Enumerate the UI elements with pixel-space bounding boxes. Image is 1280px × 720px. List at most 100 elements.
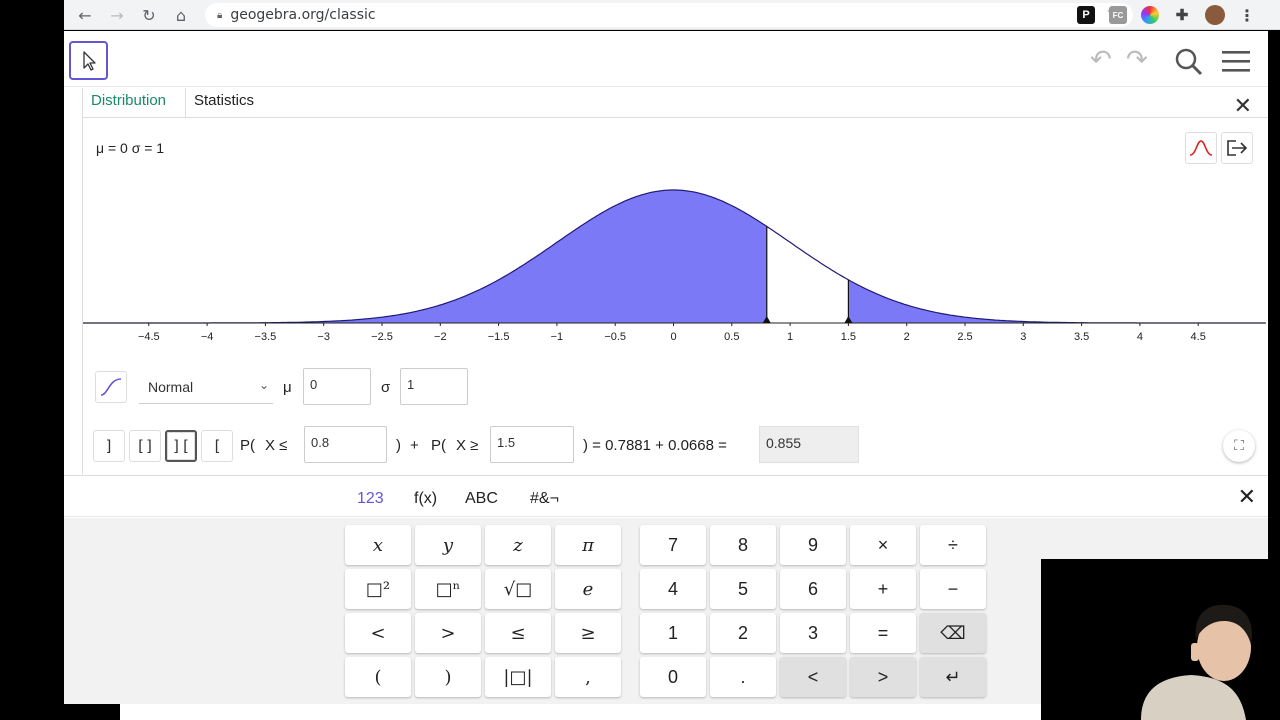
key-sqrt[interactable]: √□	[485, 569, 551, 609]
search-icon[interactable]	[1174, 47, 1204, 82]
tab-statistics[interactable]: Statistics	[185, 88, 262, 118]
presenter-image	[1041, 559, 1280, 720]
url-text: geogebra.org/classic	[230, 7, 376, 23]
kb-tab-fx[interactable]: f(x)	[414, 490, 437, 508]
key-3[interactable]: 3	[780, 613, 846, 653]
key-2[interactable]: 2	[710, 613, 776, 653]
key-multiply[interactable]: ×	[850, 525, 916, 565]
extension-fc-icon[interactable]: FC	[1109, 6, 1127, 24]
x-tick-label: 2	[904, 331, 910, 343]
key-cursor-left[interactable]: <	[780, 657, 846, 697]
x-tick-label: −0.5	[604, 331, 626, 343]
fullscreen-icon[interactable]: ⛶	[1223, 430, 1255, 462]
color-extension-icon[interactable]	[1141, 6, 1159, 24]
sigma-label: σ	[381, 379, 391, 396]
key-0[interactable]: 0	[640, 657, 706, 697]
key-close-paren[interactable]: )	[415, 657, 481, 697]
key-greater-than[interactable]: >	[415, 613, 481, 653]
key-cursor-right[interactable]: >	[850, 657, 916, 697]
interval-button[interactable]: []	[129, 430, 161, 462]
prob-open-1: P(	[240, 437, 255, 454]
key-greater-equal[interactable]: ≥	[555, 613, 621, 653]
key-divide[interactable]: ÷	[920, 525, 986, 565]
address-bar[interactable]: 🔒︎ geogebra.org/classic ⇪ ☆	[205, 3, 1133, 27]
distribution-graph: −4.5 −4 −3.5 −3 −2.5 −2 −1.5 −1 −0.5 0 0.5 1 1.5 2 2.5…	[83, 189, 1266, 343]
webcam-overlay	[1041, 559, 1280, 720]
undo-icon[interactable]: ↶	[1090, 45, 1112, 75]
key-decimal[interactable]: .	[710, 657, 776, 697]
key-square[interactable]: □²	[345, 569, 411, 609]
cumulative-toggle-button[interactable]	[95, 371, 127, 403]
key-minus[interactable]: −	[920, 569, 986, 609]
chevron-down-icon: ⌄	[258, 378, 269, 392]
key-8[interactable]: 8	[710, 525, 776, 565]
x-tick-label: −4	[201, 331, 214, 343]
tab-distribution[interactable]: Distribution	[83, 88, 174, 118]
shaded-region-lower	[90, 190, 767, 323]
browser-menu-icon[interactable]: ⋮	[1238, 6, 1256, 25]
move-tool-button[interactable]	[69, 41, 108, 80]
two-tailed-button[interactable]: ][	[165, 430, 197, 462]
x-ge-label: X ≥	[456, 437, 479, 454]
menu-icon[interactable]	[1222, 50, 1250, 79]
x-tick-label: −2.5	[371, 331, 393, 343]
x-le-label: X ≤	[265, 437, 288, 454]
reload-icon[interactable]: ↻	[138, 4, 160, 26]
kb-tab-123[interactable]: 123	[357, 490, 384, 508]
home-icon[interactable]: ⌂	[170, 4, 192, 26]
sum-expression: ) = 0.7881 + 0.0668 =	[583, 437, 727, 454]
normal-overlay-button[interactable]	[1185, 132, 1217, 164]
key-5[interactable]: 5	[710, 569, 776, 609]
extensions-puzzle-icon[interactable]: ✚	[1173, 6, 1191, 24]
close-calculator-icon[interactable]: ✕	[1234, 94, 1252, 119]
upper-bound-input[interactable]: 1.5	[490, 426, 574, 463]
distribution-select[interactable]: Normal ⌄	[139, 370, 273, 404]
app-toolbar: ↶ ↷	[64, 31, 1268, 87]
export-button[interactable]	[1221, 132, 1253, 164]
kb-tab-symbols[interactable]: #&¬	[530, 490, 559, 508]
mu-input[interactable]: 0	[303, 368, 371, 405]
redo-icon[interactable]: ↷	[1126, 45, 1148, 75]
sigma-input[interactable]: 1	[400, 368, 468, 405]
close-paren-1: )	[396, 437, 401, 454]
key-7[interactable]: 7	[640, 525, 706, 565]
right-sided-button[interactable]: [	[201, 430, 233, 462]
key-abs[interactable]: |□|	[485, 657, 551, 697]
lower-bound-input[interactable]: 0.8	[304, 426, 387, 463]
key-e[interactable]: e	[555, 569, 621, 609]
x-tick-label: 0.5	[724, 331, 739, 343]
lock-icon: 🔒︎	[217, 9, 223, 21]
key-9[interactable]: 9	[780, 525, 846, 565]
close-keyboard-icon[interactable]: ✕	[1238, 485, 1256, 510]
key-z[interactable]: z	[485, 525, 551, 565]
key-backspace[interactable]: ⌫	[920, 613, 986, 653]
x-tick-label: 4.5	[1191, 331, 1206, 343]
x-tick-label: −1	[551, 331, 564, 343]
key-comma[interactable]: ,	[555, 657, 621, 697]
key-enter[interactable]: ↵	[920, 657, 986, 697]
extension-p-icon[interactable]: P	[1077, 6, 1095, 24]
back-icon[interactable]: ←	[74, 4, 96, 26]
export-icon	[1227, 140, 1248, 156]
calculator-tabs: Distribution Statistics	[83, 88, 1268, 118]
key-open-paren[interactable]: (	[345, 657, 411, 697]
key-6[interactable]: 6	[780, 569, 846, 609]
key-1[interactable]: 1	[640, 613, 706, 653]
kb-tab-abc[interactable]: ABC	[465, 490, 498, 508]
key-4[interactable]: 4	[640, 569, 706, 609]
forward-icon[interactable]: →	[106, 4, 128, 26]
key-equals[interactable]: =	[850, 613, 916, 653]
x-tick-label: −3.5	[255, 331, 277, 343]
key-x[interactable]: x	[345, 525, 411, 565]
key-pi[interactable]: π	[555, 525, 621, 565]
x-tick-label: −2	[434, 331, 447, 343]
profile-avatar[interactable]	[1205, 5, 1225, 25]
mu-label: μ	[283, 379, 292, 396]
key-y[interactable]: y	[415, 525, 481, 565]
key-plus[interactable]: +	[850, 569, 916, 609]
key-less-equal[interactable]: ≤	[485, 613, 551, 653]
cumulative-curve-icon	[100, 378, 122, 396]
key-less-than[interactable]: <	[345, 613, 411, 653]
left-sided-button[interactable]: ]	[93, 430, 125, 462]
key-power[interactable]: □ⁿ	[415, 569, 481, 609]
